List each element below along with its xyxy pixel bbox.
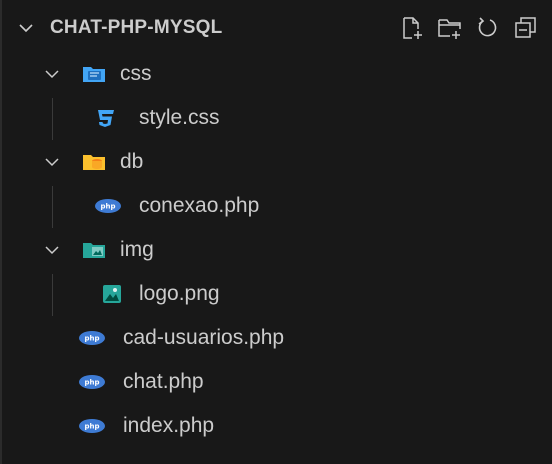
- new-file-icon: [403, 17, 422, 39]
- image-file-icon: [103, 285, 121, 303]
- php-file-icon: php: [95, 199, 121, 213]
- php-file-icon: php: [79, 331, 105, 345]
- tree-item-label: style.css: [139, 106, 220, 129]
- svg-text:php: php: [84, 379, 99, 387]
- tree-item-css-folder[interactable]: css: [2, 52, 550, 96]
- collapse-all-button[interactable]: [512, 14, 540, 42]
- collapse-all-icon: [515, 17, 536, 38]
- tree-item-img-folder[interactable]: img: [2, 228, 550, 272]
- tree-item-label: css: [120, 62, 152, 85]
- refresh-button[interactable]: [474, 14, 502, 42]
- svg-text:php: php: [84, 423, 99, 431]
- tree-item-label: img: [120, 238, 154, 261]
- explorer-actions: [398, 14, 540, 42]
- tree-item-style-css[interactable]: style.css: [2, 96, 550, 140]
- php-file-icon: php: [79, 419, 105, 433]
- tree-item-label: index.php: [123, 414, 215, 437]
- tree-item-label: conexao.php: [139, 194, 260, 217]
- tree-item-label: chat.php: [123, 370, 204, 393]
- new-folder-button[interactable]: [436, 14, 464, 42]
- new-folder-icon: [438, 19, 461, 39]
- svg-text:php: php: [100, 203, 115, 211]
- image-folder-icon: [83, 243, 105, 258]
- refresh-icon: [478, 17, 497, 37]
- css-folder-icon: [83, 67, 105, 82]
- database-folder-icon: [83, 155, 105, 170]
- tree-item-label: db: [120, 150, 144, 173]
- explorer-header[interactable]: CHAT-PHP-MYSQL: [2, 8, 550, 48]
- chevron-down-icon: [45, 158, 59, 167]
- chevron-down-icon: [45, 70, 59, 79]
- chevron-down-icon[interactable]: [16, 18, 36, 38]
- svg-text:php: php: [84, 335, 99, 343]
- explorer-panel: CHAT-PHP-MYSQL css style.css db php cone…: [0, 0, 552, 464]
- new-file-button[interactable]: [398, 14, 426, 42]
- tree-item-chat-php[interactable]: php chat.php: [2, 360, 550, 404]
- tree-item-index-php[interactable]: php index.php: [2, 404, 550, 448]
- php-file-icon: php: [79, 375, 105, 389]
- tree-item-label: cad-usuarios.php: [123, 326, 285, 349]
- tree-item-conexao-php[interactable]: php conexao.php: [2, 184, 550, 228]
- tree-item-db-folder[interactable]: db: [2, 140, 550, 184]
- tree-item-label: logo.png: [139, 282, 220, 305]
- tree-item-cad-usuarios-php[interactable]: php cad-usuarios.php: [2, 316, 550, 360]
- tree-item-logo-png[interactable]: logo.png: [2, 272, 550, 316]
- chevron-down-icon: [45, 246, 59, 255]
- css-file-icon: [98, 110, 114, 127]
- explorer-title: CHAT-PHP-MYSQL: [50, 17, 223, 38]
